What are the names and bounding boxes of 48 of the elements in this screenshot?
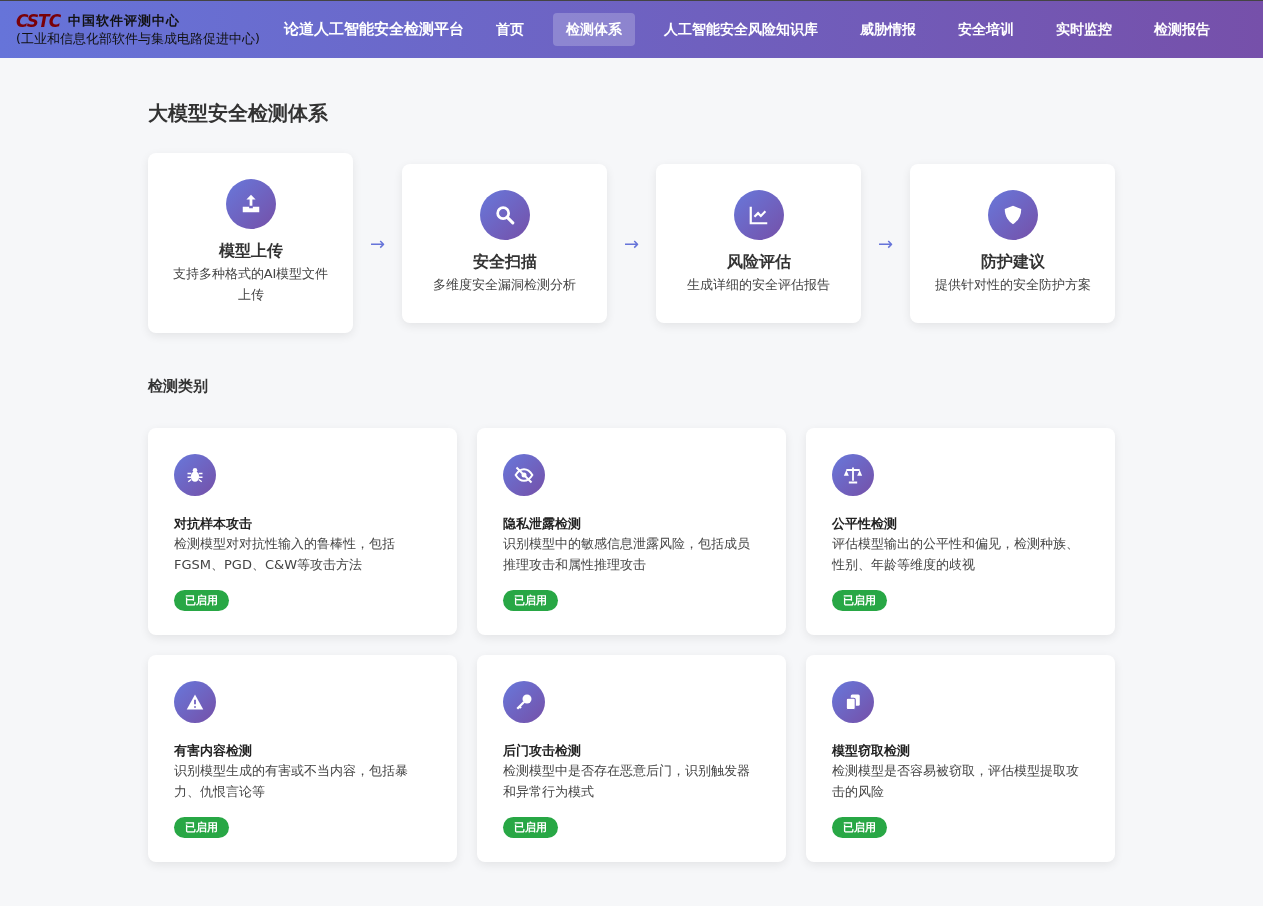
arrow-icon: → bbox=[369, 232, 386, 254]
warning-icon bbox=[186, 692, 204, 711]
category-description: 识别模型中的敏感信息泄露风险，包括成员推理攻击和属性推理攻击 bbox=[503, 535, 751, 574]
category-title: 公平性检测 bbox=[832, 514, 898, 533]
status-badge: 已启用 bbox=[174, 817, 229, 838]
page-title: 大模型安全检测体系 bbox=[148, 100, 329, 127]
step-description: 多维度安全漏洞检测分析 bbox=[432, 275, 577, 294]
nav-link[interactable]: 检测体系 bbox=[553, 13, 635, 46]
step-description: 提供针对性的安全防护方案 bbox=[934, 275, 1091, 294]
nav-link[interactable]: 检测报告 bbox=[1141, 13, 1223, 46]
status-badge: 已启用 bbox=[503, 590, 558, 611]
org-name: 中国软件评测中心 bbox=[68, 11, 181, 30]
search-icon bbox=[493, 203, 516, 226]
category-description: 检测模型对对抗性输入的鲁棒性，包括FGSM、PGD、C&W等攻击方法 bbox=[174, 535, 396, 574]
nav-link[interactable]: 实时监控 bbox=[1043, 13, 1125, 46]
step-title: 安全扫描 bbox=[471, 250, 538, 273]
platform-title: 论道人工智能安全检测平台 bbox=[283, 19, 464, 41]
arrow-icon: → bbox=[877, 232, 894, 254]
bug-icon bbox=[186, 465, 204, 484]
logo: CSTC bbox=[16, 11, 61, 30]
status-badge: 已启用 bbox=[832, 590, 887, 611]
step-description: 生成详细的安全评估报告 bbox=[686, 275, 831, 294]
category-title: 对抗样本攻击 bbox=[174, 514, 253, 533]
key-icon bbox=[515, 692, 533, 711]
step-title: 模型上传 bbox=[217, 240, 284, 262]
status-badge: 已启用 bbox=[832, 817, 887, 838]
org-subtitle: (工业和信息化部软件与集成电路促进中心) bbox=[16, 29, 260, 48]
step-title: 风险评估 bbox=[725, 250, 792, 273]
step-title: 防护建议 bbox=[979, 250, 1046, 273]
arrow-icon: → bbox=[623, 232, 640, 254]
category-title: 后门攻击检测 bbox=[503, 741, 582, 760]
copy-icon bbox=[844, 692, 862, 711]
eye-slash-icon bbox=[514, 464, 534, 485]
category-title: 模型窃取检测 bbox=[832, 741, 911, 760]
category-description: 检测模型中是否存在恶意后门，识别触发器和异常行为模式 bbox=[503, 762, 751, 801]
category-description: 识别模型生成的有害或不当内容，包括暴力、仇恨言论等 bbox=[174, 762, 409, 801]
section-title: 检测类别 bbox=[148, 376, 209, 397]
status-badge: 已启用 bbox=[174, 590, 229, 611]
step-description: 支持多种格式的AI模型文件上传 bbox=[172, 265, 329, 304]
nav-link[interactable]: 威胁情报 bbox=[847, 13, 929, 46]
nav-link[interactable]: 人工智能安全风险知识库 bbox=[651, 13, 831, 46]
category-description: 评估模型输出的公平性和偏见，检测种族、性别、年龄等维度的歧视 bbox=[832, 535, 1080, 574]
category-description: 检测模型是否容易被窃取，评估模型提取攻击的风险 bbox=[832, 762, 1080, 801]
status-badge: 已启用 bbox=[503, 817, 558, 838]
nav-link[interactable]: 首页 bbox=[483, 13, 537, 46]
category-title: 有害内容检测 bbox=[174, 741, 253, 760]
category-title: 隐私泄露检测 bbox=[503, 514, 582, 533]
nav-link[interactable]: 安全培训 bbox=[945, 13, 1027, 46]
